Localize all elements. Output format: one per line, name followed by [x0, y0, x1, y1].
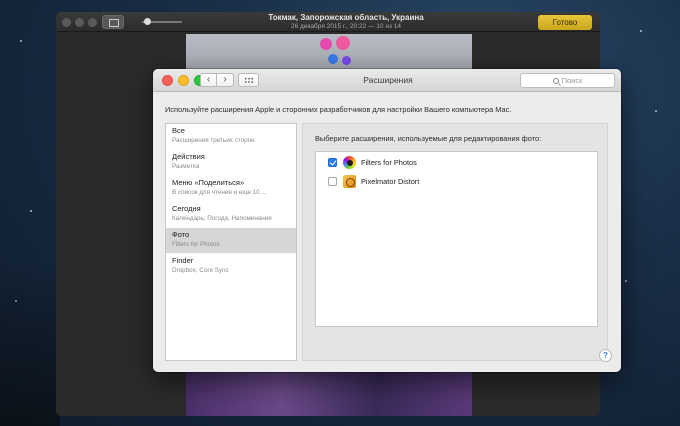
star [655, 110, 657, 112]
filters-icon [343, 156, 356, 169]
category-item-all[interactable]: Все Расширения третьих сторон [166, 124, 296, 149]
intro-description: Используйте расширения Apple и сторонних… [165, 105, 512, 114]
tree-silhouette [0, 256, 60, 426]
bokeh-dot [342, 56, 351, 65]
category-name: Сегодня [172, 204, 201, 213]
category-name: Меню «Поделиться» [172, 178, 245, 187]
extensions-preferences-window: ‹ › Расширения Поиск Используйте расшире… [153, 69, 621, 372]
category-name: Все [172, 126, 185, 135]
window-title: Расширения [363, 75, 413, 85]
extension-row-pixelmator-distort: Pixelmator Distort [328, 175, 478, 189]
zoom-dot[interactable] [88, 18, 97, 27]
star [625, 280, 627, 282]
panel-heading: Выберите расширения, используемые для ре… [315, 134, 542, 143]
help-button[interactable]: ? [599, 349, 612, 362]
done-button[interactable]: Готово [538, 15, 592, 30]
back-button[interactable]: ‹ [200, 73, 217, 87]
close-button[interactable] [162, 75, 173, 86]
prefs-titlebar: ‹ › Расширения Поиск [153, 69, 621, 92]
photo-extensions-list: Filters for Photos Pixelmator Distort [315, 151, 598, 327]
category-item-finder[interactable]: Finder Dropbox, Core Sync [166, 254, 296, 279]
category-name: Фото [172, 230, 190, 239]
photo-bottom-strip [186, 372, 472, 416]
category-description: Filters for Photos [172, 241, 220, 248]
chevron-right-icon: › [223, 74, 227, 85]
category-description: Календарь, Погода, Напоминания [172, 215, 272, 222]
photo-location-title: Токмак, Запорожская область, Украина [268, 13, 424, 22]
bokeh-dot [328, 54, 338, 64]
sidebar-toggle-button[interactable] [102, 15, 124, 29]
extension-row-filters-for-photos: Filters for Photos [328, 156, 478, 170]
search-input[interactable]: Поиск [520, 73, 615, 88]
category-description: Расширения третьих сторон [172, 137, 255, 144]
forward-button[interactable]: › [217, 73, 234, 87]
chevron-left-icon: ‹ [206, 74, 211, 85]
extension-label: Pixelmator Distort [361, 177, 420, 186]
extension-checkbox[interactable] [328, 177, 337, 186]
photo-date-subtitle: 26 декабря 2015 г., 20:22 — 10 из 14 [291, 23, 401, 30]
extension-label: Filters for Photos [361, 158, 417, 167]
show-all-button[interactable] [238, 73, 259, 87]
search-placeholder: Поиск [561, 76, 583, 85]
category-item-today[interactable]: Сегодня Календарь, Погода, Напоминания [166, 202, 296, 227]
bokeh-dot [336, 36, 350, 50]
category-description: Dropbox, Core Sync [172, 267, 229, 274]
category-name: Действия [172, 152, 205, 161]
minimize-button[interactable] [178, 75, 189, 86]
category-item-share-menu[interactable]: Меню «Поделиться» В список для чтения и … [166, 176, 296, 201]
pixelmator-icon [343, 175, 356, 188]
category-description: Разметка [172, 163, 200, 170]
extension-checkbox[interactable] [328, 158, 337, 167]
star [20, 40, 22, 42]
close-dot[interactable] [62, 18, 71, 27]
star [640, 30, 642, 32]
extension-categories-list: Все Расширения третьих сторон Действия Р… [165, 123, 297, 361]
category-description: В список для чтения и еще 10 ... [172, 189, 267, 196]
minimize-dot[interactable] [75, 18, 84, 27]
grid-icon [244, 77, 254, 84]
photo-extensions-panel: Выберите расширения, используемые для ре… [302, 123, 608, 361]
category-name: Finder [172, 256, 194, 265]
photos-toolbar: Токмак, Запорожская область, Украина 26 … [56, 12, 600, 32]
star [30, 210, 32, 212]
category-item-actions[interactable]: Действия Разметка [166, 150, 296, 175]
category-item-photos[interactable]: Фото Filters for Photos [166, 228, 296, 253]
search-icon [552, 78, 559, 84]
zoom-slider-knob[interactable] [144, 18, 151, 25]
bokeh-dot [320, 38, 332, 50]
